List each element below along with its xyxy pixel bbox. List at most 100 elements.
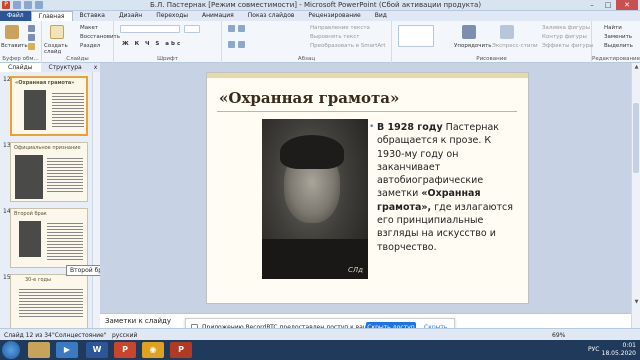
paste-button-label[interactable]: Вставить	[1, 43, 28, 49]
body-lead: В 1928 году	[377, 122, 443, 133]
new-slide-icon[interactable]	[50, 25, 64, 39]
redo-icon[interactable]	[35, 1, 43, 9]
shape-fill-button[interactable]: Заливка фигуры	[542, 25, 590, 31]
ribbon-tab-bar: Файл Главная Вставка Дизайн Переходы Ани…	[0, 11, 640, 21]
layout-button[interactable]: Макет	[80, 25, 98, 31]
text-direction-button[interactable]: Направление текста	[310, 25, 370, 31]
find-button[interactable]: Найти	[604, 25, 622, 31]
bullets-icon[interactable]	[228, 25, 235, 32]
replace-button[interactable]: Заменить	[604, 34, 632, 40]
scrollbar-thumb[interactable]	[633, 103, 639, 173]
slide-thumbnail-15[interactable]: 30-е годы	[10, 274, 88, 328]
tab-design[interactable]: Дизайн	[112, 11, 149, 21]
drawing-group: Упорядочить Экспресс-стили Заливка фигур…	[392, 21, 594, 63]
bullet-icon: •	[369, 122, 375, 132]
paste-icon[interactable]	[5, 25, 19, 39]
font-size-dropdown[interactable]	[184, 25, 200, 33]
ribbon: Вставить Буфер обм... Создать слайд Маке…	[0, 21, 640, 63]
clipboard-group: Вставить Буфер обм...	[0, 21, 42, 63]
numbering-icon[interactable]	[238, 25, 245, 32]
quick-access-toolbar: P	[2, 1, 43, 9]
browser-taskbar-icon[interactable]: ◉	[142, 342, 164, 358]
maximize-button[interactable]: □	[600, 0, 616, 10]
quick-styles-icon[interactable]	[500, 25, 514, 39]
font-group-label: Шрифт	[157, 56, 178, 62]
slide-top-band	[207, 73, 528, 78]
vertical-scrollbar[interactable]: ▲ ▼	[631, 63, 640, 328]
arrange-button[interactable]: Упорядочить	[454, 43, 492, 49]
copy-icon[interactable]	[28, 34, 35, 41]
shape-outline-button[interactable]: Контур фигуры	[542, 34, 587, 40]
align-text-button[interactable]: Выровнять текст	[310, 34, 359, 40]
slide-thumbnails-pane: 12 «Охранная грамота» 13 Официальное при…	[0, 72, 100, 328]
format-painter-icon[interactable]	[28, 43, 35, 50]
powerpoint-window-taskbar-icon[interactable]: P	[170, 342, 192, 358]
font-format-buttons[interactable]: Ж К Ч S abc	[122, 41, 182, 47]
align-left-icon[interactable]	[228, 41, 235, 48]
undo-icon[interactable]	[24, 1, 32, 9]
arrange-icon[interactable]	[462, 25, 476, 39]
scroll-up-icon[interactable]: ▲	[633, 64, 640, 71]
close-button[interactable]: ✕	[616, 0, 638, 10]
slide-counter: Слайд 12 из 34	[4, 332, 52, 339]
tab-home[interactable]: Главная	[30, 11, 73, 21]
slides-pane-tabs: Слайды Структура x	[0, 63, 100, 72]
scroll-down-icon[interactable]: ▼	[633, 299, 640, 306]
slide-thumbnail-14[interactable]: Второй брак	[10, 208, 88, 268]
drawing-group-label: Рисование	[476, 56, 507, 62]
title-divider	[217, 111, 517, 112]
word-taskbar-icon[interactable]: W	[86, 342, 108, 358]
keyboard-language[interactable]: РУС	[588, 346, 599, 353]
tab-slides[interactable]: Слайды	[0, 63, 41, 72]
smartart-button[interactable]: Преобразовать в SmartArt	[310, 43, 386, 49]
select-button[interactable]: Выделить	[604, 43, 633, 49]
new-slide-button[interactable]: Создать слайд	[44, 43, 84, 55]
start-button[interactable]	[2, 341, 20, 359]
tab-outline[interactable]: Структура	[41, 63, 90, 72]
tab-insert[interactable]: Вставка	[73, 11, 112, 21]
slide-title[interactable]: «Охранная грамота»	[219, 89, 399, 107]
font-name-dropdown[interactable]	[120, 25, 180, 33]
clock-time: 0:01	[622, 342, 636, 349]
thumbnail-text	[52, 91, 84, 127]
photo-signature: СЛд	[348, 266, 363, 274]
minimize-button[interactable]: –	[584, 0, 600, 10]
powerpoint-taskbar-icon[interactable]: P	[114, 342, 136, 358]
save-icon[interactable]	[13, 1, 21, 9]
title-bar: P Б.Л. Пастернак [Режим совместимости] -…	[0, 0, 640, 11]
taskbar: ▶ W P ◉ P РУС 0:01 18.05.2020	[0, 340, 640, 360]
thumbnail-title: «Охранная грамота»	[15, 80, 75, 86]
shapes-gallery[interactable]	[398, 25, 434, 47]
tab-view[interactable]: Вид	[368, 11, 394, 21]
media-taskbar-icon[interactable]: ▶	[56, 342, 78, 358]
language-indicator[interactable]: русский	[112, 332, 137, 339]
thumbnail-text	[47, 221, 83, 261]
current-slide[interactable]: «Охранная грамота» СЛд • В 1928 году Пас…	[206, 72, 529, 304]
shape-effects-button[interactable]: Эффекты фигуры	[542, 43, 594, 49]
status-bar: Слайд 12 из 34 "Солнцестояние" русский 6…	[0, 328, 640, 340]
explorer-taskbar-icon[interactable]	[28, 342, 50, 358]
quick-styles-button[interactable]: Экспресс-стили	[492, 43, 538, 49]
window-controls: – □ ✕	[584, 0, 638, 10]
tab-slideshow[interactable]: Показ слайдов	[241, 11, 302, 21]
align-center-icon[interactable]	[238, 41, 245, 48]
thumbnails-scrollbar[interactable]	[92, 72, 100, 328]
theme-name: "Солнцестояние"	[52, 332, 107, 339]
slide-body-text[interactable]: • В 1928 году Пастернак обращается к про…	[369, 121, 517, 254]
tab-review[interactable]: Рецензирование	[301, 11, 367, 21]
cut-icon[interactable]	[28, 25, 35, 32]
thumbnail-photo	[15, 155, 43, 199]
system-clock[interactable]: 0:01 18.05.2020	[602, 342, 636, 358]
editing-group-label: Редактирование	[592, 56, 640, 62]
tab-transitions[interactable]: Переходы	[149, 11, 195, 21]
slide-thumbnail-13[interactable]: Официальное признание	[10, 142, 88, 202]
slide-thumbnail-12[interactable]: «Охранная грамота»	[10, 76, 88, 136]
zoom-level[interactable]: 69%	[552, 332, 565, 339]
paragraph-group: Направление текста Выровнять текст Преоб…	[222, 21, 392, 63]
section-button[interactable]: Раздел	[80, 43, 100, 49]
tab-animation[interactable]: Анимация	[195, 11, 241, 21]
thumbnail-title: Официальное признание	[14, 145, 81, 151]
portrait-photo[interactable]: СЛд	[262, 119, 368, 279]
tab-file[interactable]: Файл	[0, 11, 31, 21]
powerpoint-app-icon[interactable]: P	[2, 1, 10, 9]
